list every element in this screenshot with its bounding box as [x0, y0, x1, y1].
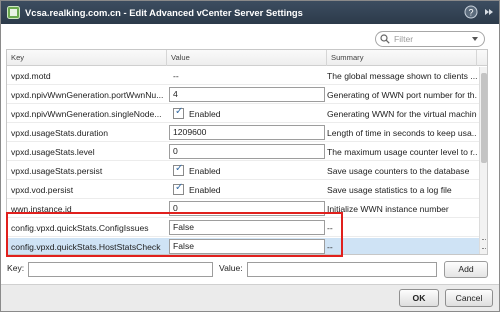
setting-summary: Generating WWN for the virtual machine	[327, 109, 477, 119]
setting-value-input[interactable]: 4	[169, 87, 325, 102]
setting-checkbox-label: Enabled	[189, 166, 221, 176]
cancel-button[interactable]: Cancel	[445, 289, 493, 307]
filter-placeholder: Filter	[394, 34, 414, 44]
table-row[interactable]: vpxd.motd -- The global message shown to c…	[7, 67, 479, 85]
setting-checkbox-label: Enabled	[189, 185, 221, 195]
add-button[interactable]: Add	[444, 261, 488, 278]
column-header-key[interactable]: Key	[7, 50, 167, 66]
checkmark-icon: ✓	[175, 106, 184, 117]
setting-key: vpxd.npivWwnGeneration.portWwnNu...	[11, 90, 164, 100]
setting-summary: --	[327, 223, 333, 233]
help-icon[interactable]: ?	[464, 5, 478, 19]
setting-value: --	[173, 71, 179, 81]
setting-key: config.vpxd.quickStats.HostStatsCheck	[11, 242, 161, 252]
setting-summary: --	[327, 242, 333, 252]
setting-checkbox[interactable]: ✓	[173, 106, 184, 119]
setting-value-input[interactable]: 0	[169, 201, 325, 216]
checkmark-icon: ✓	[175, 163, 184, 174]
settings-grid: Key Value Summary vpxd.motd -- The global …	[6, 49, 488, 255]
new-key-label: Key:	[7, 263, 25, 273]
vertical-scrollbar[interactable]	[479, 67, 487, 254]
ok-button[interactable]: OK	[399, 289, 439, 307]
setting-checkbox[interactable]: ✓	[173, 182, 184, 195]
table-row[interactable]: vpxd.usageStats.level 0 The maximum usage …	[7, 143, 479, 161]
setting-value-input[interactable]: 1209600	[169, 125, 325, 140]
setting-value-input[interactable]: False	[169, 239, 325, 254]
edit-advanced-settings-dialog: Vcsa.realking.com.cn - Edit Advanced vCe…	[0, 0, 500, 312]
setting-key: config.vpxd.quickStats.ConfigIssues	[11, 223, 149, 233]
search-icon	[380, 34, 390, 44]
table-row[interactable]: config.vpxd.quickStats.HostStatsCheck Fal…	[7, 238, 479, 254]
column-header-summary[interactable]: Summary	[327, 50, 477, 66]
add-entry-bar: Key: Value: Add	[1, 260, 499, 280]
resize-grip-icon[interactable]	[482, 239, 486, 249]
svg-text:?: ?	[468, 8, 473, 18]
setting-key: wwn.instance.id	[11, 204, 72, 214]
setting-key: vpxd.usageStats.persist	[11, 166, 103, 176]
new-value-input[interactable]	[247, 262, 437, 277]
table-row[interactable]: vpxd.usageStats.duration 1209600 Length of…	[7, 124, 479, 142]
setting-key: vpxd.usageStats.level	[11, 147, 95, 157]
expand-icon[interactable]	[482, 5, 496, 19]
setting-key: vpxd.usageStats.duration	[11, 128, 108, 138]
new-key-input[interactable]	[28, 262, 213, 277]
column-header-value[interactable]: Value	[167, 50, 327, 66]
setting-summary: Initialize WWN instance number	[327, 204, 449, 214]
title-bar[interactable]: Vcsa.realking.com.cn - Edit Advanced vCe…	[1, 1, 499, 24]
new-value-label: Value:	[219, 263, 243, 273]
table-row[interactable]: vpxd.npivWwnGeneration.singleNode... ✓ Ena…	[7, 105, 479, 123]
setting-summary: The global message shown to clients ...	[327, 71, 477, 81]
grid-header: Key Value Summary	[7, 50, 487, 66]
setting-key: vpxd.motd	[11, 71, 51, 81]
filter-input[interactable]: Filter	[375, 31, 485, 47]
dialog-title: Vcsa.realking.com.cn - Edit Advanced vCe…	[25, 7, 303, 18]
setting-summary: Save usage statistics to a log file	[327, 185, 452, 195]
dialog-footer: OK Cancel	[1, 284, 499, 311]
setting-value-input[interactable]: 0	[169, 144, 325, 159]
scrollbar-thumb[interactable]	[481, 73, 487, 163]
filter-dropdown-icon[interactable]	[472, 37, 478, 41]
table-row[interactable]: vpxd.usageStats.persist ✓ Enabled Save usag…	[7, 162, 479, 180]
table-row[interactable]: wwn.instance.id 0 Initialize WWN instance …	[7, 200, 479, 218]
table-row[interactable]: vpxd.vod.persist ✓ Enabled Save usage stati…	[7, 181, 479, 199]
setting-summary: Generating of WWN port number for th...	[327, 90, 477, 100]
table-row[interactable]: config.vpxd.quickStats.ConfigIssues False…	[7, 219, 479, 237]
setting-key: vpxd.vod.persist	[11, 185, 74, 195]
table-row[interactable]: vpxd.npivWwnGeneration.portWwnNu... 4 Gene…	[7, 86, 479, 104]
setting-summary: Save usage counters to the database	[327, 166, 470, 176]
setting-checkbox[interactable]: ✓	[173, 163, 184, 176]
vcenter-settings-icon	[7, 6, 20, 19]
setting-value-input[interactable]: False	[169, 220, 325, 235]
setting-summary: Length of time in seconds to keep usa...	[327, 128, 477, 138]
setting-key: vpxd.npivWwnGeneration.singleNode...	[11, 109, 162, 119]
checkmark-icon: ✓	[175, 182, 184, 193]
setting-summary: The maximum usage counter level to r...	[327, 147, 477, 157]
setting-checkbox-label: Enabled	[189, 109, 221, 119]
